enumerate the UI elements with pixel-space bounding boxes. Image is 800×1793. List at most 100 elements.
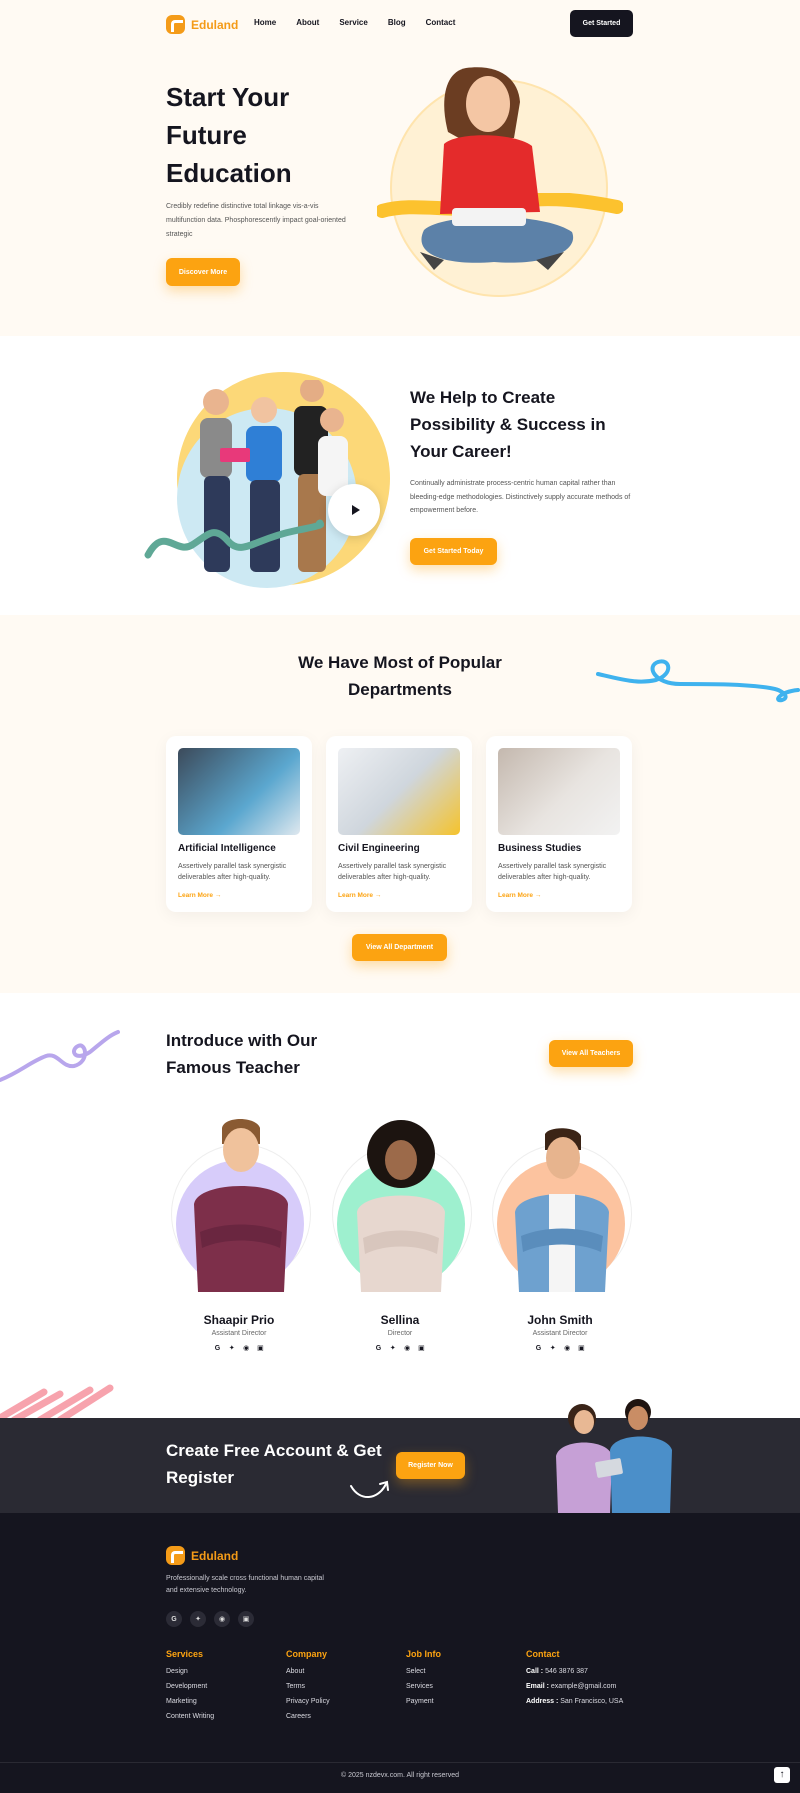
nav-link-blog[interactable]: Blog bbox=[388, 18, 406, 27]
register-now-button[interactable]: Register Now bbox=[396, 1452, 465, 1479]
footer-link[interactable]: Terms bbox=[286, 1683, 330, 1690]
view-all-department-button[interactable]: View All Department bbox=[352, 934, 447, 961]
footer-column-contact: Contact Call : 546 3876 387 Email : exam… bbox=[526, 1649, 623, 1713]
footer-link[interactable]: Design bbox=[166, 1668, 214, 1675]
footer-divider bbox=[0, 1762, 800, 1763]
learn-more-label: Learn More bbox=[178, 892, 214, 899]
scroll-to-top-button[interactable]: ↑ bbox=[774, 1767, 790, 1783]
footer-column-services: Services Design Development Marketing Co… bbox=[166, 1649, 214, 1728]
footer-column-company: Company About Terms Privacy Policy Caree… bbox=[286, 1649, 330, 1728]
call-label: Call : bbox=[526, 1668, 544, 1675]
logo-icon bbox=[166, 1546, 185, 1565]
teacher-role: Assistant Director bbox=[532, 1330, 588, 1337]
department-image bbox=[498, 748, 620, 835]
learn-more-link[interactable]: Learn More → bbox=[178, 892, 221, 899]
department-card[interactable]: Artificial Intelligence Assertively para… bbox=[166, 736, 312, 912]
nav-links: Home About Service Blog Contact bbox=[254, 18, 455, 27]
footer-column-job-info: Job Info Select Services Payment bbox=[406, 1649, 441, 1713]
instagram-icon[interactable]: ◉ bbox=[214, 1611, 230, 1627]
footer-link[interactable]: Services bbox=[406, 1683, 441, 1690]
brush-decoration-pink bbox=[0, 1384, 114, 1420]
twitter-icon[interactable]: ✦ bbox=[227, 1344, 236, 1353]
teacher-photo bbox=[357, 1120, 445, 1292]
google-icon[interactable]: G bbox=[213, 1344, 222, 1353]
footer-social-links: G ✦ ◉ ▣ bbox=[166, 1611, 254, 1627]
footer-column-title: Company bbox=[286, 1649, 328, 1659]
learn-more-link[interactable]: Learn More → bbox=[338, 892, 381, 899]
hero-title: Start Your Future Education bbox=[166, 82, 292, 188]
footer-link[interactable]: Development bbox=[166, 1683, 214, 1690]
google-icon[interactable]: G bbox=[534, 1344, 543, 1353]
linkedin-icon[interactable]: ▣ bbox=[577, 1344, 586, 1353]
hero-text: Credibly redefine distinctive total link… bbox=[166, 203, 346, 238]
hero-student-image bbox=[420, 67, 574, 270]
department-card[interactable]: Civil Engineering Assertively parallel t… bbox=[326, 736, 472, 912]
teacher-name: Sellina bbox=[380, 1313, 420, 1327]
view-all-teachers-button[interactable]: View All Teachers bbox=[549, 1040, 633, 1067]
top-nav: Eduland Home About Service Blog Contact … bbox=[0, 0, 800, 48]
teacher-role: Assistant Director bbox=[211, 1330, 267, 1337]
arrow-up-icon: ↑ bbox=[779, 1769, 785, 1780]
instagram-icon[interactable]: ◉ bbox=[242, 1344, 251, 1353]
play-video-button[interactable] bbox=[328, 484, 380, 536]
nav-link-service[interactable]: Service bbox=[339, 18, 367, 27]
call-value[interactable]: 546 3876 387 bbox=[545, 1668, 588, 1675]
google-icon[interactable]: G bbox=[166, 1611, 182, 1627]
footer-link[interactable]: Payment bbox=[406, 1698, 441, 1705]
discover-more-button[interactable]: Discover More bbox=[166, 258, 240, 286]
footer-contact-call: Call : 546 3876 387 bbox=[526, 1668, 623, 1675]
nav-link-about[interactable]: About bbox=[296, 18, 319, 27]
footer-contact-address: Address : San Francisco, USA bbox=[526, 1698, 623, 1705]
department-text: Assertively parallel task synergistic de… bbox=[338, 863, 447, 881]
footer-column-title: Services bbox=[166, 1649, 204, 1659]
nav-link-contact[interactable]: Contact bbox=[426, 18, 456, 27]
squiggle-decoration-teal bbox=[144, 519, 324, 559]
footer-logo[interactable]: Eduland bbox=[166, 1546, 238, 1565]
get-started-button[interactable]: Get Started bbox=[570, 10, 633, 37]
department-text: Assertively parallel task synergistic de… bbox=[498, 863, 607, 881]
twitter-icon[interactable]: ✦ bbox=[190, 1611, 206, 1627]
about-title: We Help to Create Possibility & Success … bbox=[410, 388, 606, 461]
teacher-social-links: G ✦ ◉ ▣ bbox=[534, 1344, 586, 1353]
page: Eduland Home About Service Blog Contact … bbox=[0, 0, 800, 1793]
squiggle-decoration-purple bbox=[0, 1030, 120, 1082]
arrow-right-icon: → bbox=[534, 892, 542, 899]
logo[interactable]: Eduland bbox=[166, 15, 238, 34]
footer-link[interactable]: Content Writing bbox=[166, 1713, 214, 1720]
email-label: Email : bbox=[526, 1683, 549, 1690]
twitter-icon[interactable]: ✦ bbox=[388, 1344, 397, 1353]
footer-column-title: Contact bbox=[526, 1649, 560, 1659]
teacher-photo bbox=[194, 1119, 288, 1292]
linkedin-icon[interactable]: ▣ bbox=[256, 1344, 265, 1353]
footer-link[interactable]: Marketing bbox=[166, 1698, 214, 1705]
department-title: Business Studies bbox=[498, 843, 582, 854]
twitter-icon[interactable]: ✦ bbox=[548, 1344, 557, 1353]
learn-more-link[interactable]: Learn More → bbox=[498, 892, 541, 899]
department-title: Artificial Intelligence bbox=[178, 843, 276, 854]
get-started-today-button[interactable]: Get Started Today bbox=[410, 538, 497, 565]
google-icon[interactable]: G bbox=[374, 1344, 383, 1353]
footer-link[interactable]: Privacy Policy bbox=[286, 1698, 330, 1705]
teacher-social-links: G ✦ ◉ ▣ bbox=[213, 1344, 265, 1353]
linkedin-icon[interactable]: ▣ bbox=[417, 1344, 426, 1353]
instagram-icon[interactable]: ◉ bbox=[403, 1344, 412, 1353]
arrow-right-icon: → bbox=[374, 892, 382, 899]
teachers-title: Introduce with Our Famous Teacher bbox=[166, 1031, 318, 1077]
arrow-right-icon: → bbox=[214, 892, 222, 899]
footer-link[interactable]: Select bbox=[406, 1668, 441, 1675]
nav-link-home[interactable]: Home bbox=[254, 18, 276, 27]
cta-students-image bbox=[556, 1399, 672, 1513]
department-image bbox=[338, 748, 460, 835]
instagram-icon[interactable]: ◉ bbox=[563, 1344, 572, 1353]
email-value[interactable]: example@gmail.com bbox=[551, 1683, 616, 1690]
teacher-name: Shaapir Prio bbox=[203, 1313, 275, 1327]
play-icon bbox=[351, 505, 360, 515]
curved-arrow-icon bbox=[350, 1480, 389, 1498]
teacher-photo bbox=[515, 1128, 609, 1292]
footer-link[interactable]: Careers bbox=[286, 1713, 330, 1720]
department-card[interactable]: Business Studies Assertively parallel ta… bbox=[486, 736, 632, 912]
learn-more-label: Learn More bbox=[338, 892, 374, 899]
linkedin-icon[interactable]: ▣ bbox=[238, 1611, 254, 1627]
footer-link[interactable]: About bbox=[286, 1668, 330, 1675]
teacher-role: Director bbox=[387, 1330, 413, 1337]
